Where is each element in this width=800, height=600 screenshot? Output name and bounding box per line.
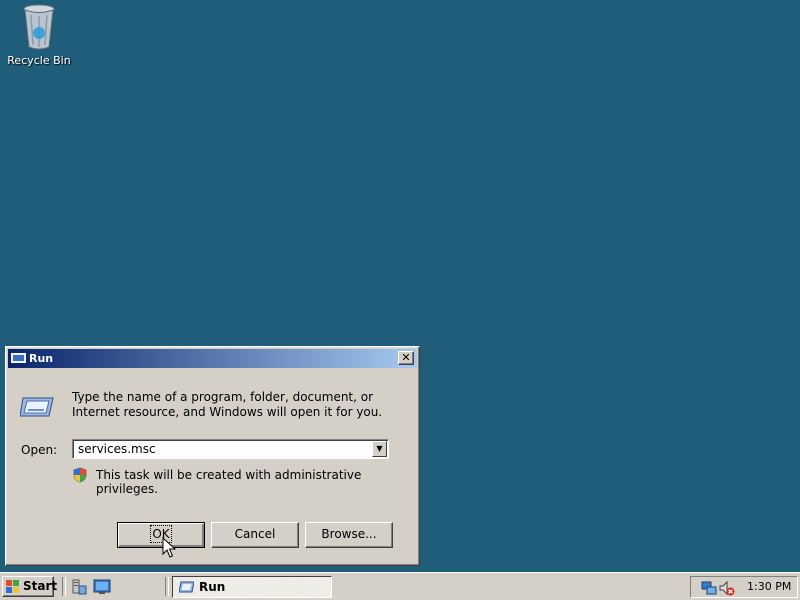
open-label: Open: xyxy=(21,443,58,457)
taskbar: Start Run 1:30 PM xyxy=(0,572,800,600)
close-button[interactable]: ✕ xyxy=(398,351,414,365)
title-bar[interactable]: Run ✕ xyxy=(8,349,417,368)
open-input[interactable] xyxy=(75,441,368,457)
admin-privileges-note: This task will be created with administr… xyxy=(96,468,362,496)
close-icon: ✕ xyxy=(401,351,411,364)
taskbar-button-label: Run xyxy=(199,580,226,594)
show-desktop-icon[interactable] xyxy=(93,579,111,595)
run-dialog: Run ✕ Type the name of a program, folder… xyxy=(5,346,420,566)
taskbar-button-run[interactable]: Run xyxy=(172,576,332,598)
mouse-cursor-icon xyxy=(162,537,176,558)
system-tray: 1:30 PM xyxy=(690,576,798,598)
open-combobox[interactable]: ▼ xyxy=(72,439,389,459)
browse-button[interactable]: Browse... xyxy=(305,522,393,548)
browse-button-label: Browse... xyxy=(321,527,377,541)
desktop-icon-label: Recycle Bin xyxy=(7,54,71,67)
dialog-title: Run xyxy=(29,352,54,365)
dropdown-button[interactable]: ▼ xyxy=(372,441,387,457)
cancel-button-label: Cancel xyxy=(234,527,276,541)
run-icon xyxy=(11,353,26,363)
run-program-icon xyxy=(20,397,54,417)
volume-muted-icon[interactable] xyxy=(719,580,735,596)
ok-button[interactable]: OK xyxy=(117,522,205,548)
windows-logo-icon xyxy=(6,580,19,593)
clock[interactable]: 1:30 PM xyxy=(747,580,791,593)
start-label: Start xyxy=(23,579,58,593)
run-icon xyxy=(179,581,194,593)
start-button[interactable]: Start xyxy=(2,576,58,597)
uac-shield-icon xyxy=(73,467,87,483)
chevron-down-icon: ▼ xyxy=(376,444,383,453)
recycle-bin-icon xyxy=(23,4,55,50)
separator xyxy=(62,577,66,596)
cancel-button[interactable]: Cancel xyxy=(211,522,299,548)
network-icon[interactable] xyxy=(701,580,717,596)
desktop-icon-recycle-bin[interactable]: Recycle Bin xyxy=(6,3,72,67)
dialog-description: Type the name of a program, folder, docu… xyxy=(72,390,383,419)
server-manager-icon[interactable] xyxy=(71,579,87,595)
separator xyxy=(165,577,169,596)
